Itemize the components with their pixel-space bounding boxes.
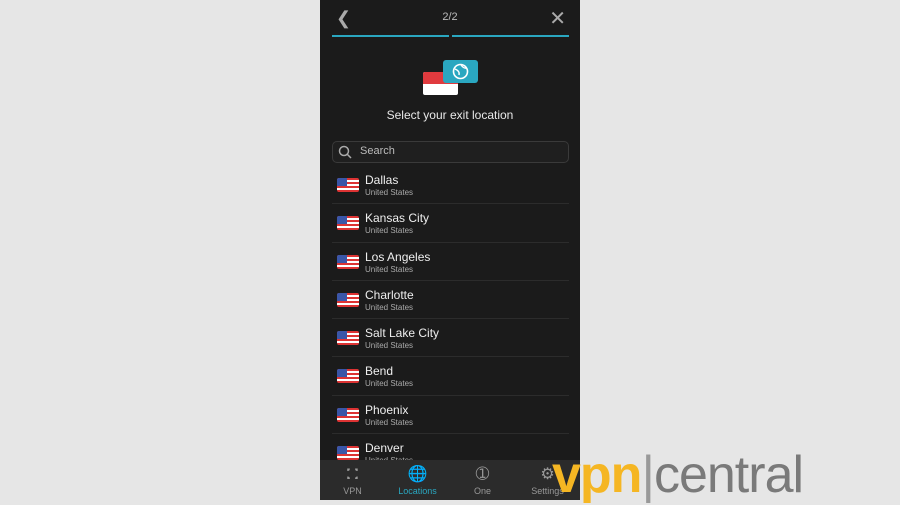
city-name: Kansas City: [365, 211, 430, 226]
nav-label: Locations: [398, 486, 437, 496]
us-flag-icon: [337, 216, 359, 231]
globe-icon: 🌐: [407, 466, 428, 483]
city-name: Phoenix: [365, 402, 409, 417]
header: ❮ 2/2 ✕: [320, 0, 580, 36]
progress-step-2: [452, 35, 569, 37]
shield-icon: ⛚: [346, 466, 359, 483]
city-name: Denver: [365, 441, 404, 456]
country-name: United States: [365, 379, 414, 389]
location-item[interactable]: Phoenix United States: [332, 396, 569, 435]
nav-label: One: [473, 486, 491, 496]
location-item[interactable]: Los Angeles United States: [332, 243, 569, 281]
nav-tab-vpn[interactable]: ⛚ VPN: [320, 460, 385, 500]
city-name: Los Angeles: [365, 249, 431, 264]
city-name: Bend: [365, 364, 394, 379]
bottom-nav: ⛚ VPN 🌐 Locations ➀ One ⚙ Settings: [320, 460, 580, 500]
country-name: United States: [365, 188, 414, 197]
one-shield-icon: ➀: [475, 466, 490, 483]
nav-tab-locations[interactable]: 🌐 Locations: [385, 460, 450, 500]
city-name: Salt Lake City: [365, 326, 440, 341]
us-flag-icon: [337, 178, 359, 192]
location-list[interactable]: Dallas United States Kansas City United Sta…: [332, 166, 569, 473]
search-input[interactable]: [360, 145, 560, 157]
close-icon[interactable]: ✕: [549, 6, 566, 31]
location-item[interactable]: Dallas United States: [332, 166, 569, 205]
location-item[interactable]: Bend United States: [332, 357, 569, 396]
us-flag-icon: [337, 446, 359, 461]
country-name: United States: [365, 417, 414, 427]
nav-tab-one[interactable]: ➀ One: [450, 460, 515, 500]
country-name: United States: [365, 226, 414, 236]
country-name: United States: [365, 302, 414, 312]
progress-step-1: [332, 35, 449, 37]
location-item[interactable]: Charlotte United States: [332, 281, 569, 320]
singapore-flag-with-globe-icon: [422, 60, 478, 96]
search-icon: [338, 145, 352, 159]
page-title: Select your exit location: [386, 108, 514, 122]
us-flag-icon: [337, 331, 359, 346]
nav-label: VPN: [343, 486, 362, 496]
country-name: United States: [365, 264, 414, 274]
vpncentral-watermark-logo: vpn|central: [552, 446, 804, 504]
step-indicator: 2/2: [442, 11, 458, 23]
us-flag-icon: [337, 254, 359, 269]
country-name: United States: [365, 341, 414, 351]
us-flag-icon: [337, 407, 359, 422]
us-flag-icon: [337, 292, 359, 307]
search-field[interactable]: [332, 141, 569, 163]
city-name: Dallas: [365, 173, 399, 187]
location-item[interactable]: Kansas City United States: [332, 204, 569, 243]
location-item[interactable]: Salt Lake City United States: [332, 319, 569, 358]
city-name: Charlotte: [365, 287, 414, 302]
app-screen: ❮ 2/2 ✕ Select your exit location Dallas…: [320, 0, 580, 500]
us-flag-icon: [337, 369, 359, 384]
